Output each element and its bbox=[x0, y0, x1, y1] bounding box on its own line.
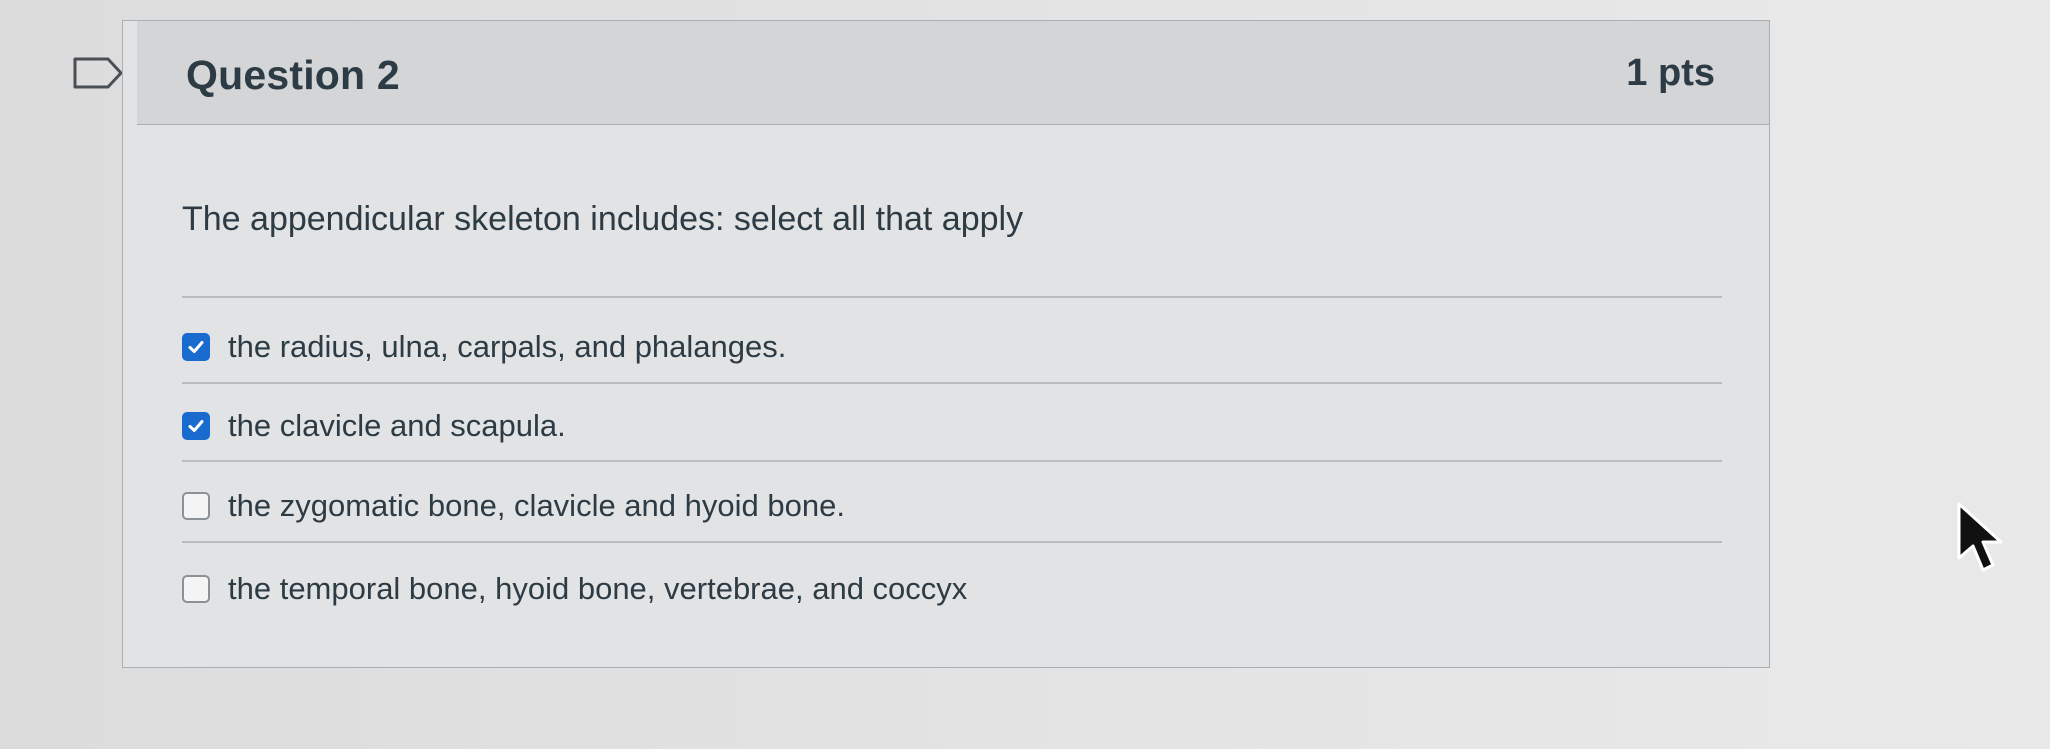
answer-option[interactable]: the temporal bone, hyoid bone, vertebrae… bbox=[182, 561, 967, 617]
answer-option[interactable]: the clavicle and scapula. bbox=[182, 398, 566, 454]
answer-label: the temporal bone, hyoid bone, vertebrae… bbox=[228, 571, 968, 606]
checkbox-icon[interactable] bbox=[182, 575, 210, 603]
answer-label: the zygomatic bone, clavicle and hyoid b… bbox=[228, 488, 845, 523]
answer-option[interactable]: the zygomatic bone, clavicle and hyoid b… bbox=[182, 478, 845, 534]
divider bbox=[182, 541, 1722, 543]
answer-label: the radius, ulna, carpals, and phalanges… bbox=[228, 329, 787, 364]
question-points: 1 pts bbox=[1626, 52, 1715, 94]
flag-icon[interactable] bbox=[72, 56, 124, 90]
mouse-cursor-icon bbox=[1957, 502, 2003, 572]
checkbox-icon[interactable] bbox=[182, 412, 210, 440]
answer-label: the clavicle and scapula. bbox=[228, 408, 566, 443]
divider bbox=[182, 460, 1722, 462]
check-icon bbox=[188, 341, 204, 353]
question-title: Question 2 bbox=[186, 52, 400, 98]
checkbox-icon[interactable] bbox=[182, 333, 210, 361]
checkbox-icon[interactable] bbox=[182, 492, 210, 520]
check-icon bbox=[188, 420, 204, 432]
divider bbox=[182, 296, 1722, 298]
answer-option[interactable]: the radius, ulna, carpals, and phalanges… bbox=[182, 319, 786, 375]
divider bbox=[182, 382, 1722, 384]
question-prompt: The appendicular skeleton includes: sele… bbox=[182, 200, 1024, 238]
